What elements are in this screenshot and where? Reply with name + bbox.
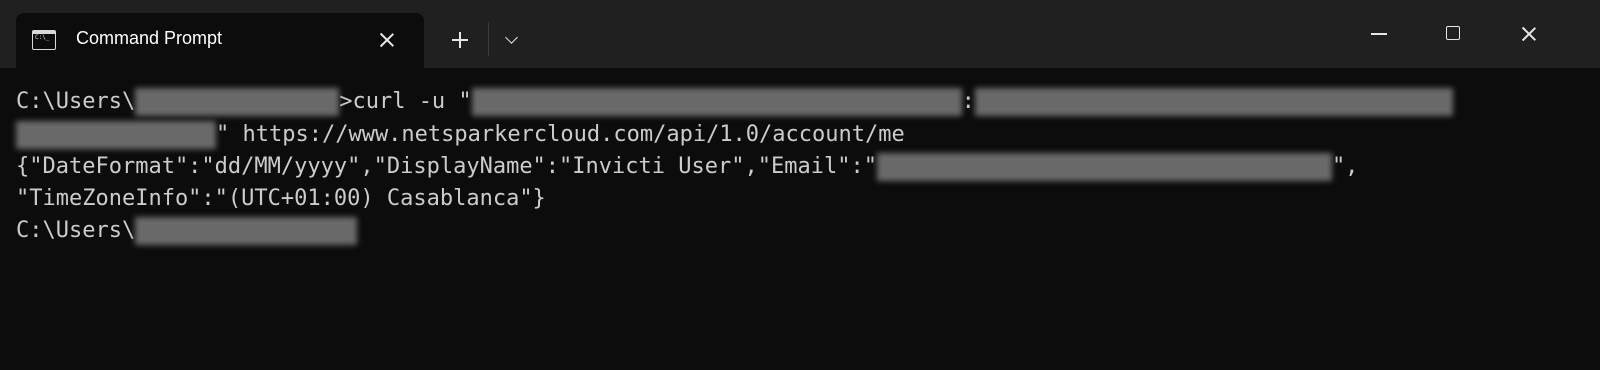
new-tab-button[interactable] — [444, 24, 476, 56]
close-icon — [1521, 26, 1537, 42]
response-json: "TimeZoneInfo":"(UTC+01:00) Casablanca"} — [16, 186, 546, 211]
redacted-email — [876, 153, 1332, 181]
tab-close-button[interactable] — [374, 27, 400, 53]
title-bar[interactable]: Command Prompt — [0, 0, 1600, 68]
terminal-line: C:\Users\ — [16, 216, 358, 246]
chevron-down-icon — [505, 31, 518, 44]
minimize-button[interactable] — [1356, 12, 1402, 56]
plus-icon — [452, 32, 468, 48]
prompt-path: C:\Users\ — [16, 218, 136, 243]
close-window-button[interactable] — [1506, 12, 1552, 56]
command-url: " https://www.netsparkercloud.com/api/1.… — [216, 122, 905, 147]
terminal-line: {"DateFormat":"dd/MM/yyyy","DisplayName"… — [16, 152, 1358, 182]
redacted-api-token — [974, 88, 1453, 116]
response-json: {"DateFormat":"dd/MM/yyyy","DisplayName"… — [16, 154, 877, 179]
terminal-output[interactable]: C:\Users\ >curl -u ": " https://www.netsp… — [0, 68, 1600, 370]
tab-title: Command Prompt — [76, 28, 223, 48]
tab-separator — [488, 22, 489, 56]
terminal-icon — [32, 30, 56, 50]
tab-command-prompt[interactable]: Command Prompt — [16, 13, 424, 68]
credential-separator: : — [961, 89, 975, 114]
minimize-icon — [1371, 33, 1387, 35]
redacted-api-token — [16, 121, 216, 149]
terminal-line: " https://www.netsparkercloud.com/api/1.… — [16, 120, 905, 150]
redacted-api-user-id — [471, 88, 962, 116]
prompt-path: C:\Users\ — [16, 89, 136, 114]
response-json-suffix: ", — [1331, 154, 1359, 179]
close-icon — [379, 32, 395, 48]
redacted-username — [135, 88, 340, 116]
maximize-button[interactable] — [1430, 12, 1476, 56]
command-prompt-window: Command Prompt C:\Users\ >curl -u ": " ht… — [0, 0, 1600, 370]
terminal-line: "TimeZoneInfo":"(UTC+01:00) Casablanca"} — [16, 184, 546, 214]
maximize-icon — [1446, 26, 1460, 40]
profile-dropdown-button[interactable] — [498, 26, 526, 54]
command-text: >curl -u " — [339, 89, 472, 114]
terminal-line: C:\Users\ >curl -u ": — [16, 87, 1453, 117]
redacted-username — [135, 217, 358, 245]
